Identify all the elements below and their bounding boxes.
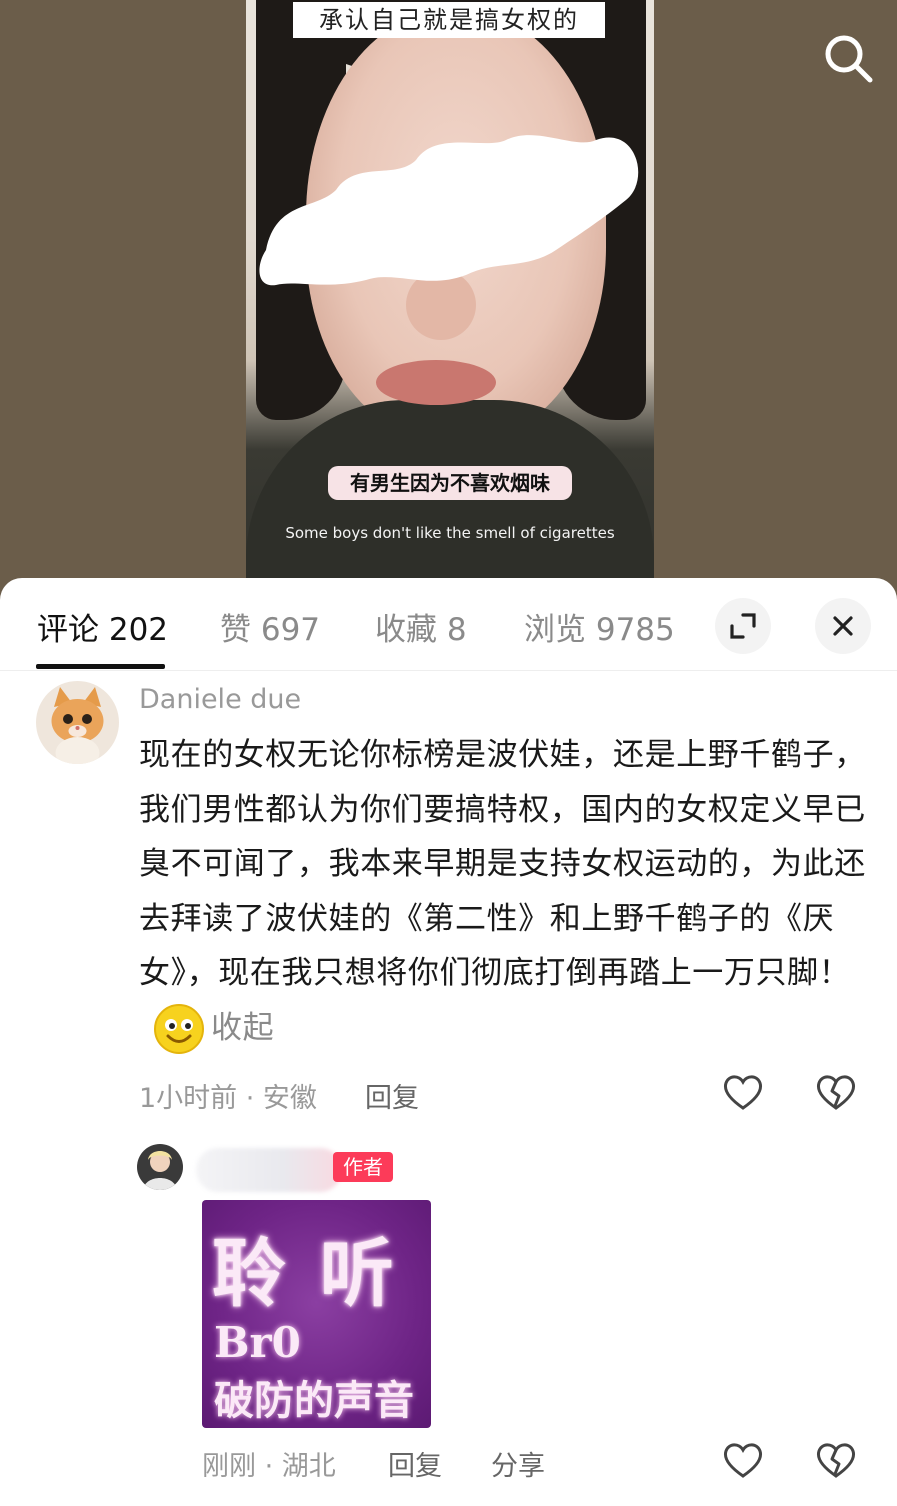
video-top-caption: 承认自己就是搞女权的 xyxy=(293,2,605,38)
commenter-username[interactable]: Daniele due xyxy=(139,684,301,715)
share-button[interactable]: 分享 xyxy=(491,1444,545,1483)
comment-sheet: 评论 202 赞 697 收藏 8 浏览 9785 Daniele due 现在… xyxy=(0,578,897,1506)
reply-like-button[interactable] xyxy=(721,1438,765,1482)
broken-heart-icon xyxy=(817,1075,855,1110)
author-username-blurred[interactable] xyxy=(196,1148,342,1192)
expand-icon xyxy=(730,613,756,639)
video-content xyxy=(246,400,654,600)
sticker-line-1: 聆 听 xyxy=(212,1231,398,1317)
expand-button[interactable] xyxy=(715,598,771,654)
author-avatar-image xyxy=(137,1144,183,1190)
dislike-button[interactable] xyxy=(814,1070,858,1114)
sticker-line-2: Br0 xyxy=(214,1318,301,1367)
video-frame xyxy=(246,0,654,600)
tab-favorites[interactable]: 收藏 8 xyxy=(375,604,467,649)
reply-sticker-image[interactable]: 聆 听 Br0 破防的声音 xyxy=(202,1200,431,1428)
author-avatar[interactable] xyxy=(137,1144,183,1190)
video-subtitle-cn: 有男生因为不喜欢烟味 xyxy=(328,466,572,500)
reply-reply-button[interactable]: 回复 xyxy=(388,1444,442,1483)
video-player[interactable]: 承认自己就是搞女权的 有男生因为不喜欢烟味 Some boys don't li… xyxy=(0,0,897,600)
like-button[interactable] xyxy=(721,1070,765,1114)
tab-views[interactable]: 浏览 9785 xyxy=(524,604,675,649)
heart-icon xyxy=(724,1075,762,1110)
close-icon xyxy=(833,616,853,636)
reply-time-location: 刚刚 · 湖北 xyxy=(202,1451,336,1482)
video-content xyxy=(376,360,496,405)
search-button[interactable] xyxy=(820,30,876,86)
broken-heart-icon xyxy=(817,1443,855,1478)
tab-comments[interactable]: 评论 202 xyxy=(37,604,168,649)
commenter-avatar[interactable] xyxy=(36,681,119,764)
video-subtitle-en: Some boys don't like the smell of cigare… xyxy=(285,524,615,542)
heart-icon xyxy=(724,1443,762,1478)
face-blur-mask xyxy=(259,135,639,286)
tab-bar: 评论 202 赞 697 收藏 8 浏览 9785 xyxy=(0,578,897,671)
tab-likes[interactable]: 赞 697 xyxy=(220,604,320,649)
search-icon xyxy=(825,35,873,83)
comment-text: 现在的女权无论你标榜是波伏娃，还是上野千鹤子，我们男性都认为你们要搞特权，国内的… xyxy=(139,737,866,991)
comment-body: 现在的女权无论你标榜是波伏娃，还是上野千鹤子，我们男性都认为你们要搞特权，国内的… xyxy=(139,728,869,1055)
sticker-line-3: 破防的声音 xyxy=(214,1377,414,1424)
tab-indicator xyxy=(36,664,165,669)
collapse-link[interactable]: 收起 xyxy=(211,1010,274,1046)
smile-emoji-icon xyxy=(154,1004,204,1054)
cat-avatar xyxy=(36,681,119,764)
reply-button[interactable]: 回复 xyxy=(365,1076,419,1115)
comment-time-location: 1小时前 · 安徽 xyxy=(139,1083,317,1114)
close-button[interactable] xyxy=(815,598,871,654)
reply-dislike-button[interactable] xyxy=(814,1438,858,1482)
author-badge: 作者 xyxy=(333,1152,393,1182)
